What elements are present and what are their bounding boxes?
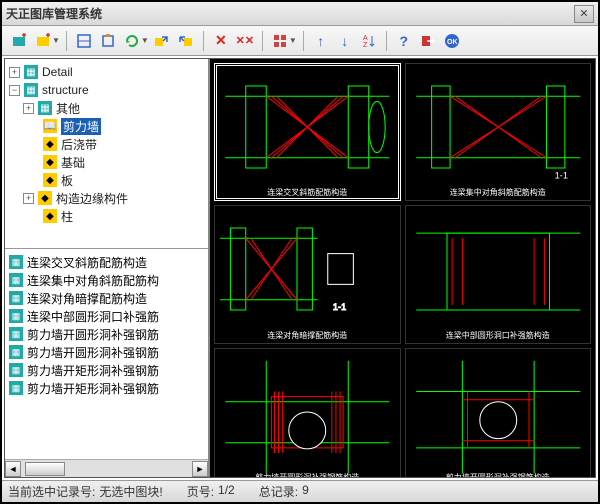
exit-icon[interactable] <box>417 30 439 52</box>
tree-node[interactable]: 柱 <box>61 208 73 225</box>
item-icon: ▦ <box>9 255 23 269</box>
item-icon: ▦ <box>9 291 23 305</box>
svg-text:OK: OK <box>447 39 458 46</box>
thumbnail[interactable]: 剪力墙开圆形洞补强钢筋构造 <box>405 348 592 478</box>
thumbnail[interactable]: 连梁交叉斜筋配筋构造 <box>214 63 401 201</box>
import-icon[interactable] <box>175 30 197 52</box>
expand-icon[interactable]: + <box>9 67 20 78</box>
preview-grid: 连梁交叉斜筋配筋构造 1-1 连梁集中对角斜筋配筋构造 1-1 连梁对角暗撑配筋… <box>210 59 595 477</box>
folder-icon: ▦ <box>24 83 38 97</box>
svg-text:1-1: 1-1 <box>554 170 567 180</box>
status-selection-value: 无选中图块! <box>99 483 162 500</box>
folder-icon: ▦ <box>24 65 38 79</box>
main-area: +▦Detail −▦structure +▦其他 📖剪力墙 ◆后浇带 ◆基础 … <box>4 58 596 478</box>
scroll-right-icon[interactable]: ► <box>192 461 208 477</box>
titlebar: 天正图库管理系统 ✕ <box>2 2 598 26</box>
svg-text:Z: Z <box>363 42 368 49</box>
book-icon: ◆ <box>43 155 57 169</box>
list-item[interactable]: ▦剪力墙开矩形洞补强钢筋 <box>9 379 204 397</box>
item-icon: ▦ <box>9 273 23 287</box>
category-tree[interactable]: +▦Detail −▦structure +▦其他 📖剪力墙 ◆后浇带 ◆基础 … <box>5 59 208 249</box>
item-icon: ▦ <box>9 363 23 377</box>
dropdown-icon[interactable]: ▼ <box>289 36 297 45</box>
down-arrow-icon[interactable]: ↓ <box>334 30 356 52</box>
list-item[interactable]: ▦连梁对角暗撑配筋构造 <box>9 289 204 307</box>
tree-node[interactable]: 基础 <box>61 154 85 171</box>
tree-node[interactable]: 构造边缘构件 <box>56 190 128 207</box>
item-icon: ▦ <box>9 381 23 395</box>
export-icon[interactable] <box>151 30 173 52</box>
thumbnail-label: 连梁对角暗撑配筋构造 <box>267 330 347 341</box>
scroll-thumb[interactable] <box>25 462 65 476</box>
svg-text:1-1: 1-1 <box>333 302 346 312</box>
statusbar: 当前选中记录号:无选中图块! 页号:1/2 总记录:9 <box>2 480 598 502</box>
list-item[interactable]: ▦剪力墙开圆形洞补强钢筋 <box>9 343 204 361</box>
thumbnail[interactable]: 1-1 连梁集中对角斜筋配筋构造 <box>405 63 592 201</box>
thumbnail[interactable]: 连梁中部圆形洞口补强筋构造 <box>405 205 592 343</box>
dropdown-icon[interactable]: ▼ <box>141 36 149 45</box>
close-button[interactable]: ✕ <box>574 5 594 23</box>
book-icon: 📖 <box>43 119 57 133</box>
thumbnail-label: 剪力墙开圆形洞补强钢筋构造 <box>255 472 359 477</box>
tree-node[interactable]: 板 <box>61 172 73 189</box>
horizontal-scrollbar[interactable]: ◄ ► <box>5 459 208 477</box>
book-icon: ◆ <box>38 191 52 205</box>
status-total-value: 9 <box>302 483 309 500</box>
item-list[interactable]: ▦连梁交叉斜筋配筋构造 ▦连梁集中对角斜筋配筋构 ▦连梁对角暗撑配筋构造 ▦连梁… <box>5 249 208 459</box>
window-title: 天正图库管理系统 <box>6 5 574 22</box>
ok-icon[interactable]: OK <box>441 30 463 52</box>
thumbnail-label: 连梁交叉斜筋配筋构造 <box>267 187 347 198</box>
status-page-label: 页号: <box>187 483 214 500</box>
tool-icon-1[interactable] <box>73 30 95 52</box>
folder-icon: ▦ <box>38 101 52 115</box>
thumbnail[interactable]: 1-1 连梁对角暗撑配筋构造 <box>214 205 401 343</box>
tree-node[interactable]: 其他 <box>56 100 80 117</box>
book-icon: ◆ <box>43 137 57 151</box>
collapse-icon[interactable]: − <box>9 85 20 96</box>
tree-node[interactable]: structure <box>42 83 89 97</box>
list-item[interactable]: ▦连梁中部圆形洞口补强筋 <box>9 307 204 325</box>
toolbar: ▼ ▼ ✕ ✕✕ ▼ ↑ ↓ AZ ? OK <box>2 26 598 56</box>
grid-view-icon[interactable] <box>269 30 291 52</box>
item-icon: ▦ <box>9 309 23 323</box>
list-item[interactable]: ▦剪力墙开矩形洞补强钢筋 <box>9 361 204 379</box>
left-pane: +▦Detail −▦structure +▦其他 📖剪力墙 ◆后浇带 ◆基础 … <box>5 59 210 477</box>
expand-icon[interactable]: + <box>23 103 34 114</box>
tool-icon-2[interactable] <box>97 30 119 52</box>
book-icon: ◆ <box>43 209 57 223</box>
refresh-icon[interactable] <box>121 30 143 52</box>
tree-node[interactable]: 后浇带 <box>61 136 97 153</box>
thumbnail[interactable]: 剪力墙开圆形洞补强钢筋构造 <box>214 348 401 478</box>
list-item[interactable]: ▦连梁集中对角斜筋配筋构 <box>9 271 204 289</box>
new-item-icon[interactable] <box>32 30 54 52</box>
svg-text:A: A <box>363 35 368 42</box>
status-selection-label: 当前选中记录号: <box>8 483 95 500</box>
scroll-left-icon[interactable]: ◄ <box>5 461 21 477</box>
item-icon: ▦ <box>9 345 23 359</box>
dropdown-icon[interactable]: ▼ <box>52 36 60 45</box>
expand-icon[interactable]: + <box>23 193 34 204</box>
thumbnail-label: 剪力墙开圆形洞补强钢筋构造 <box>446 472 550 477</box>
book-icon: ◆ <box>43 173 57 187</box>
thumbnail-label: 连梁集中对角斜筋配筋构造 <box>450 187 546 198</box>
up-arrow-icon[interactable]: ↑ <box>310 30 332 52</box>
status-total-label: 总记录: <box>259 483 298 500</box>
sort-az-icon[interactable]: AZ <box>358 30 380 52</box>
new-category-icon[interactable] <box>8 30 30 52</box>
item-icon: ▦ <box>9 327 23 341</box>
list-item[interactable]: ▦剪力墙开圆形洞补强钢筋 <box>9 325 204 343</box>
tree-node-selected[interactable]: 剪力墙 <box>61 118 101 135</box>
tree-node[interactable]: Detail <box>42 65 73 79</box>
list-item[interactable]: ▦连梁交叉斜筋配筋构造 <box>9 253 204 271</box>
status-page-value: 1/2 <box>218 483 235 500</box>
delete-all-icon[interactable]: ✕✕ <box>234 30 256 52</box>
delete-icon[interactable]: ✕ <box>210 30 232 52</box>
help-icon[interactable]: ? <box>393 30 415 52</box>
thumbnail-label: 连梁中部圆形洞口补强筋构造 <box>446 330 550 341</box>
